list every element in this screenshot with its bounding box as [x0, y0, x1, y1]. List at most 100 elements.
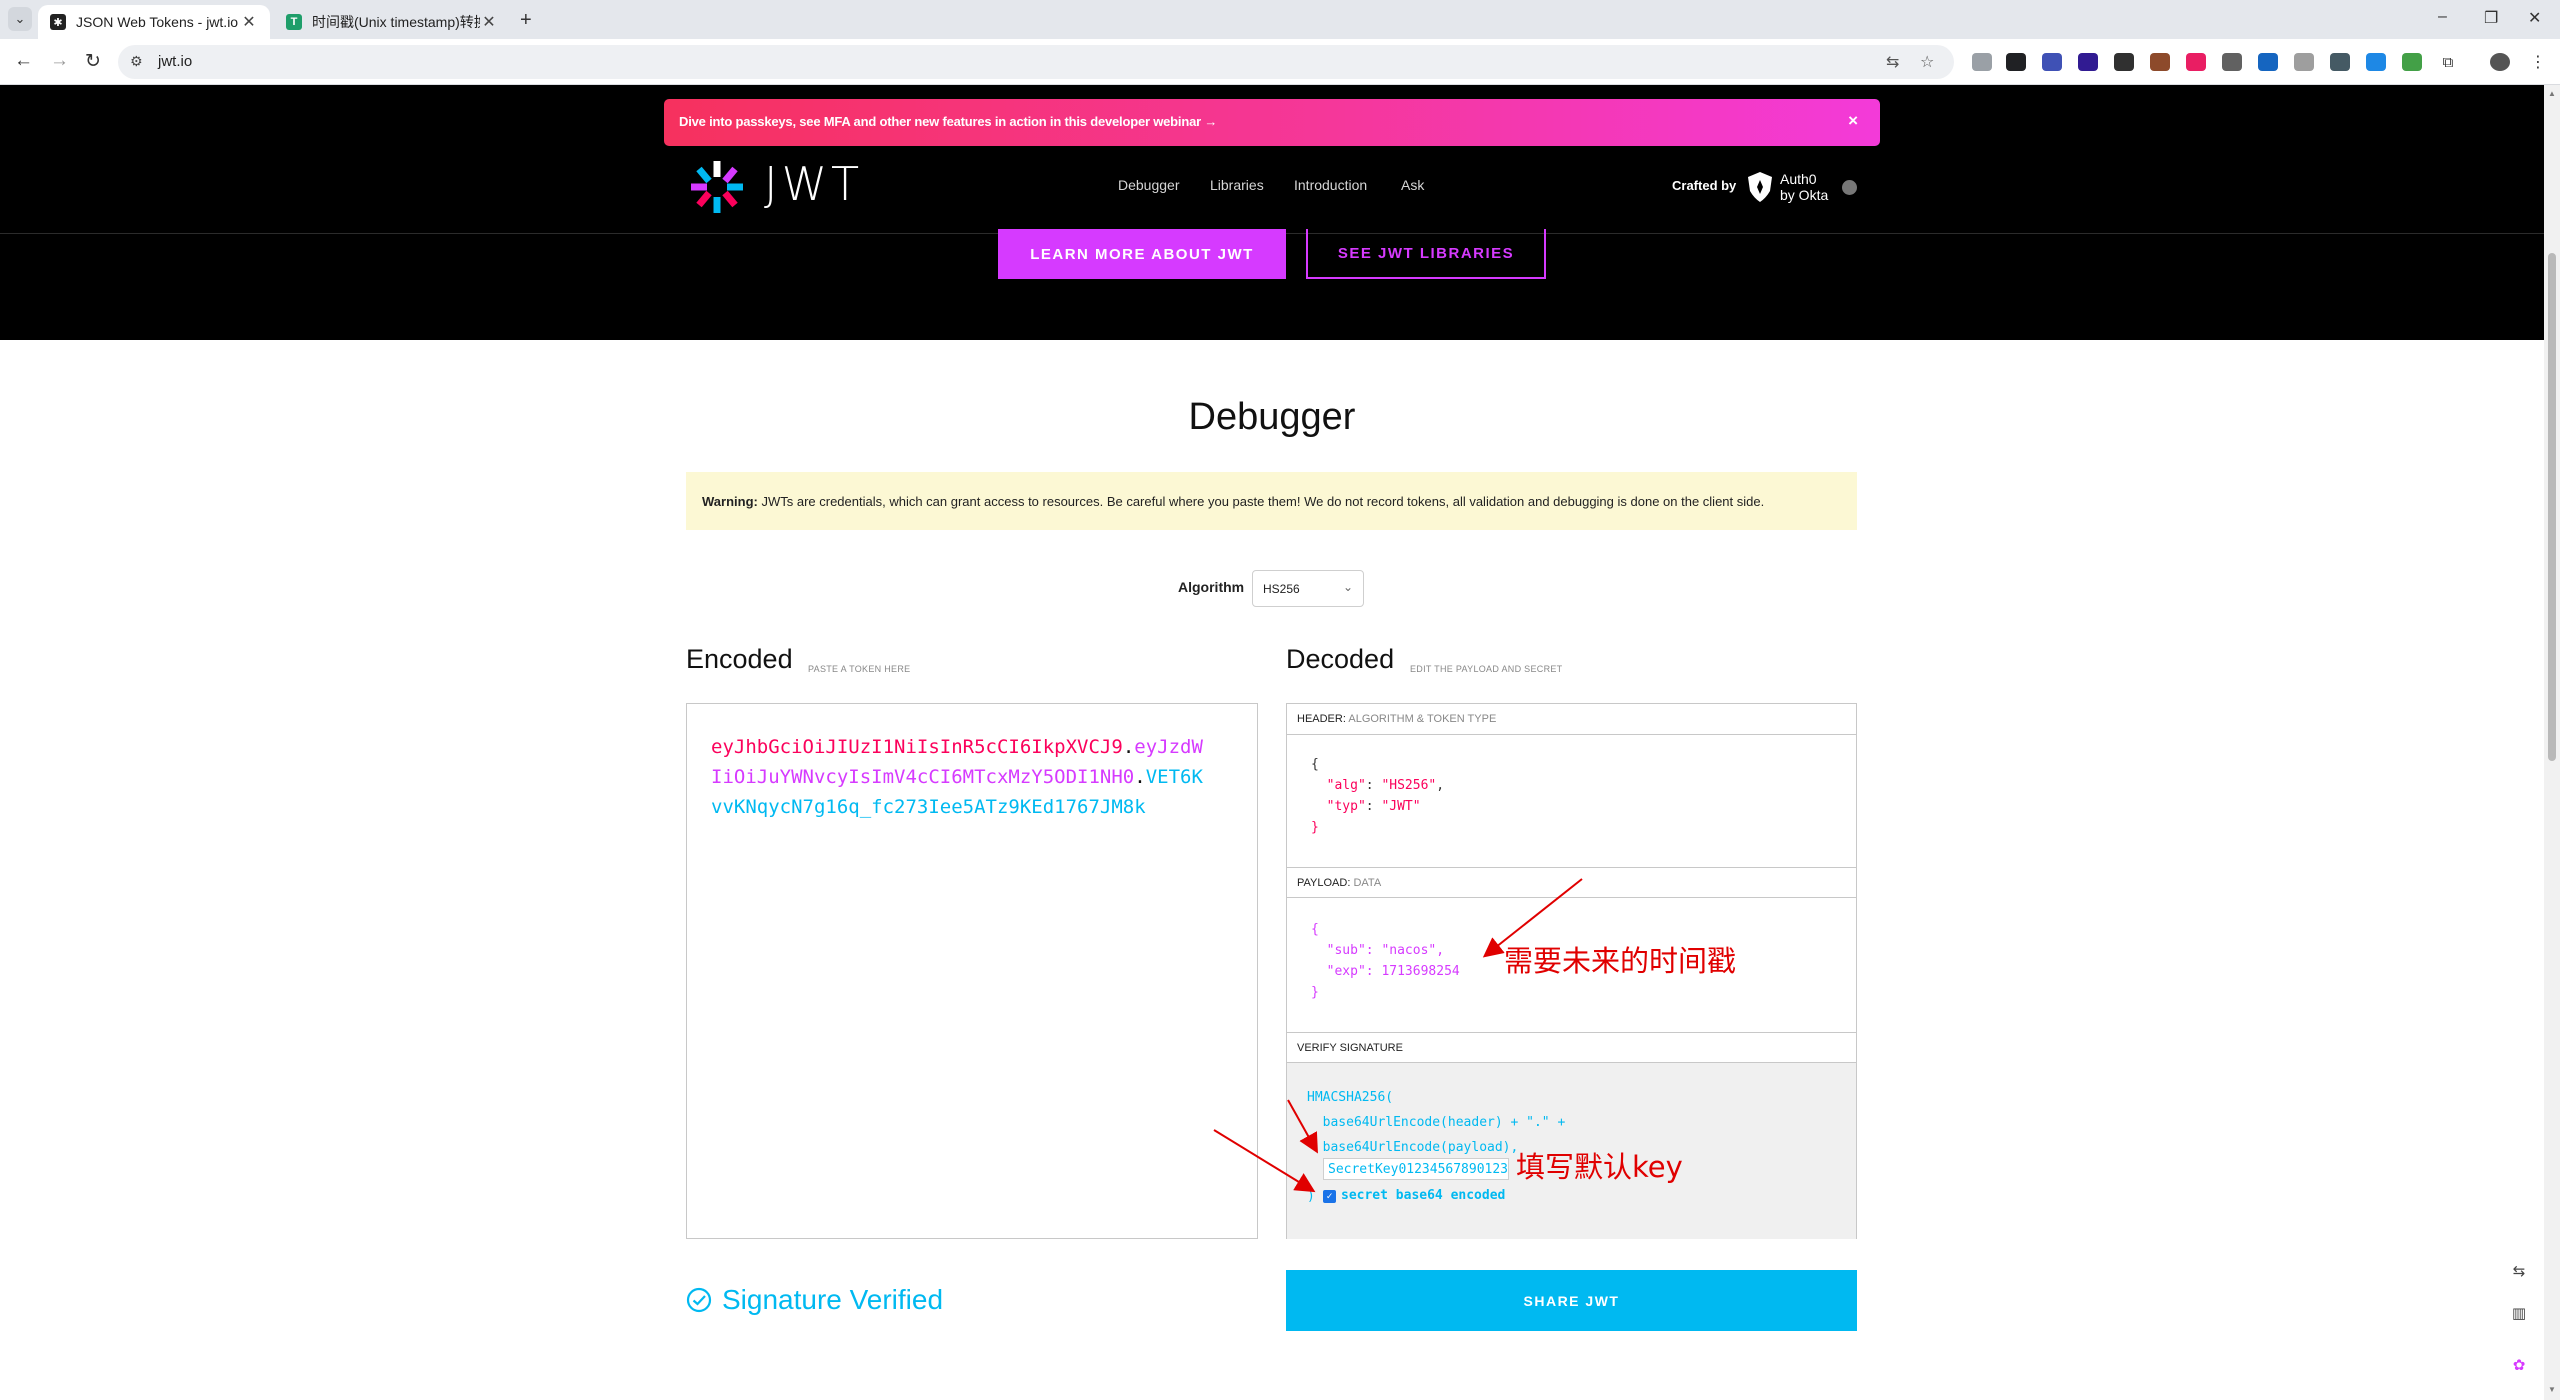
extension-icon[interactable] [2150, 53, 2170, 71]
json-key: "sub" [1326, 943, 1366, 958]
share-jwt-button[interactable]: SHARE JWT [1286, 1270, 1857, 1331]
nav-debugger[interactable]: Debugger [1118, 177, 1180, 193]
encoded-token-textarea[interactable]: eyJhbGciOiJIUzI1NiIsInR5cCI6IkpXVCJ9.eyJ… [686, 703, 1258, 1239]
extension-icon[interactable] [2186, 53, 2206, 71]
json-value: 1713698254 [1381, 964, 1460, 979]
bookmark-star-icon[interactable]: ☆ [1920, 52, 1934, 72]
token-dot: . [1122, 736, 1135, 758]
json-value: "HS256" [1381, 778, 1437, 793]
verify-line1: base64UrlEncode(header) + "." + [1322, 1115, 1566, 1130]
auth0-line2: by Okta [1780, 187, 1829, 203]
algorithm-value: HS256 [1263, 582, 1300, 596]
crafted-by-label: Crafted by [1672, 178, 1737, 193]
secret-annotation: 填写默认key [1516, 1150, 1683, 1184]
browser-menu-icon[interactable]: ⋮ [2528, 53, 2548, 71]
tab-close-icon[interactable]: ✕ [240, 12, 258, 32]
chevron-down-icon: ⌄ [1342, 580, 1353, 594]
base64-checkbox[interactable]: ✓ [1323, 1190, 1336, 1203]
extension-icon[interactable] [1972, 53, 1992, 71]
promo-close-icon[interactable]: × [1848, 111, 1858, 131]
profile-avatar-icon[interactable] [2490, 53, 2510, 71]
hmac-fn: HMACSHA256( [1307, 1090, 1394, 1105]
base64-checkbox-label[interactable]: secret base64 encoded [1341, 1188, 1505, 1203]
restore-button[interactable]: ❐ [2484, 8, 2498, 28]
auth0-line1: Auth0 [1780, 171, 1817, 187]
header-label: HEADER: [1297, 713, 1346, 725]
reload-icon[interactable]: ↻ [85, 50, 101, 73]
extension-icon[interactable] [2330, 53, 2350, 71]
tab-title: 时间戳(Unix timestamp)转换工 [312, 14, 480, 30]
decoded-hint: EDIT THE PAYLOAD AND SECRET [1410, 664, 1563, 674]
forward-icon[interactable]: → [50, 50, 69, 72]
encoded-token[interactable]: eyJhbGciOiJIUzI1NiIsInR5cCI6IkpXVCJ9.eyJ… [711, 732, 1211, 822]
jwt-favicon-icon: ✱ [50, 14, 66, 30]
algorithm-label: Algorithm [1178, 579, 1245, 595]
scroll-down-icon[interactable]: ▼ [2548, 1385, 2556, 1394]
address-bar[interactable]: ⚙ jwt.io ⇆ ☆ [118, 45, 1954, 79]
browser-tab-strip: ⌄ ✱ JSON Web Tokens - jwt.io ✕ T 时间戳(Uni… [0, 0, 2560, 39]
header-json-editor[interactable]: { "alg": "HS256", "typ": "JWT" } [1311, 754, 1444, 838]
nav-libraries[interactable]: Libraries [1210, 177, 1264, 193]
json-value: "JWT" [1381, 799, 1421, 814]
jwt-logo-icon[interactable] [687, 157, 747, 217]
new-tab-button[interactable]: + [520, 9, 532, 32]
extension-icon[interactable] [2402, 53, 2422, 71]
extension-icon[interactable] [2258, 53, 2278, 71]
auth0-shield-icon[interactable] [1746, 171, 1774, 203]
extensions-puzzle-icon[interactable]: ⧉ [2438, 53, 2458, 71]
secret-input[interactable]: SecretKey012345678901234567890123456789 [1323, 1158, 1509, 1180]
extension-icon[interactable] [2042, 53, 2062, 71]
payload-section-label: PAYLOAD: DATA [1287, 867, 1856, 898]
warning-banner: Warning: JWTs are credentials, which can… [686, 472, 1857, 530]
warning-text: JWTs are credentials, which can grant ac… [757, 494, 1765, 509]
json-key: "typ" [1326, 799, 1366, 814]
promo-text[interactable]: Dive into passkeys, see MFA and other ne… [679, 114, 1217, 129]
json-key: "alg" [1326, 778, 1366, 793]
page-scrollbar[interactable]: ▲ ▼ [2544, 85, 2560, 1400]
close-window-button[interactable]: ✕ [2528, 8, 2541, 28]
tab-close-icon[interactable]: ✕ [480, 12, 498, 32]
payload-json-editor[interactable]: { "sub": "nacos", "exp": 1713698254 } [1311, 919, 1460, 1003]
scroll-thumb[interactable] [2548, 253, 2556, 761]
see-libraries-button[interactable]: SEE JWT LIBRARIES [1306, 229, 1546, 279]
tab-jwt[interactable]: ✱ JSON Web Tokens - jwt.io ✕ [38, 5, 270, 39]
promo-banner[interactable]: Dive into passkeys, see MFA and other ne… [664, 99, 1880, 146]
url-text[interactable]: jwt.io [158, 53, 192, 70]
timestamp-favicon-icon: T [286, 14, 302, 30]
nav-introduction[interactable]: Introduction [1294, 177, 1367, 193]
nav-ask[interactable]: Ask [1401, 177, 1424, 193]
scroll-up-icon[interactable]: ▲ [2548, 89, 2556, 98]
site-info-icon[interactable]: ⚙ [130, 53, 143, 70]
translate-icon[interactable]: ⇆ [1886, 52, 1899, 72]
extension-icon[interactable] [2294, 53, 2314, 71]
extension-icon[interactable] [2006, 53, 2026, 71]
tab-timestamp[interactable]: T 时间戳(Unix timestamp)转换工 ✕ [274, 5, 510, 39]
learn-more-button[interactable]: LEARN MORE ABOUT JWT [998, 229, 1286, 279]
auth0-logo-text[interactable]: Auth0 by Okta [1780, 171, 1828, 203]
algorithm-select[interactable]: HS256 ⌄ [1252, 570, 1364, 607]
token-header-part: eyJhbGciOiJIUzI1NiIsInR5cCI6IkpXVCJ9 [711, 736, 1123, 758]
verify-line2: base64UrlEncode(payload), [1322, 1140, 1519, 1155]
logo-wordmark[interactable]: JWT [764, 157, 863, 211]
extension-icon[interactable] [2078, 53, 2098, 71]
verify-close-paren: ) [1307, 1189, 1315, 1204]
extension-icon[interactable] [2222, 53, 2242, 71]
minimize-button[interactable]: – [2438, 8, 2447, 26]
assistant-icon[interactable]: ✿ [2508, 1356, 2530, 1378]
reading-mode-icon[interactable]: ▥ [2508, 1304, 2530, 1326]
warning-label: Warning: [702, 494, 758, 509]
tab-search-chevron-icon[interactable]: ⌄ [8, 7, 32, 31]
tab-title: JSON Web Tokens - jwt.io [76, 14, 239, 30]
browser-toolbar: ← → ↻ ⚙ jwt.io ⇆ ☆ ⧉ ⋮ [0, 39, 2560, 85]
debugger-heading: Debugger [1188, 396, 1356, 438]
translate-side-icon[interactable]: ⇆ [2508, 1262, 2530, 1284]
token-dot: . [1134, 766, 1146, 788]
extension-icon[interactable] [2366, 53, 2386, 71]
verify-label: VERIFY SIGNATURE [1297, 1042, 1403, 1054]
back-icon[interactable]: ← [14, 50, 33, 72]
header-section-label: HEADER: ALGORITHM & TOKEN TYPE [1287, 704, 1856, 735]
info-icon[interactable] [1842, 180, 1857, 195]
extension-icon[interactable] [2114, 53, 2134, 71]
payload-label: PAYLOAD: [1297, 877, 1351, 889]
json-key: "exp" [1326, 964, 1366, 979]
